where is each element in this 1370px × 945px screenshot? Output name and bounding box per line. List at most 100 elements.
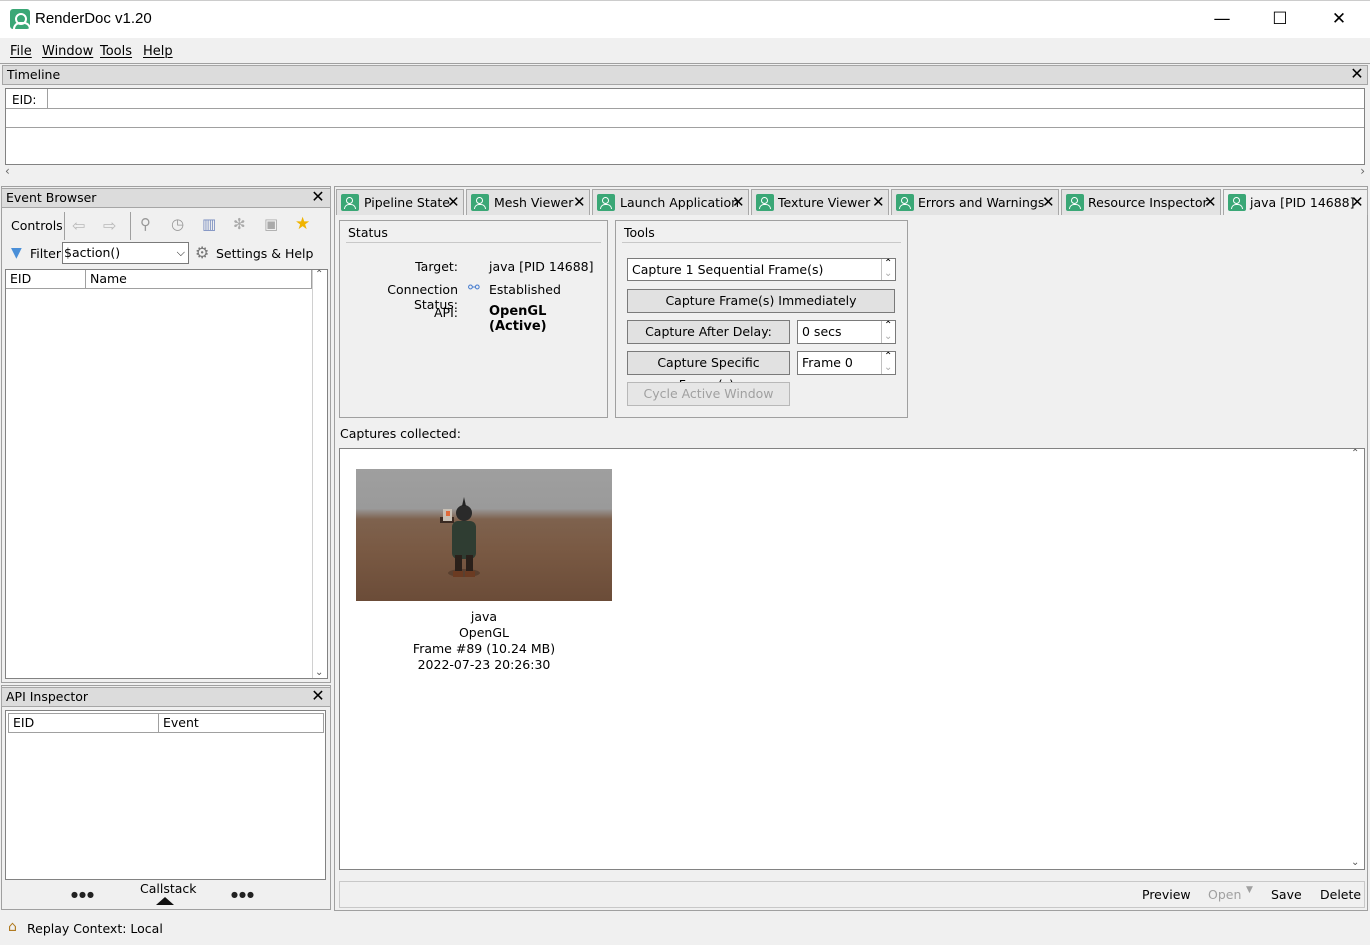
divider: [6, 108, 1364, 109]
capture-specific-frame-button[interactable]: Capture Specific Frame(s):: [627, 351, 790, 392]
tab-launch-application[interactable]: Launch Application ✕: [592, 189, 749, 215]
close-window-button[interactable]: ✕: [1310, 1, 1368, 39]
find-binoculars-icon[interactable]: ⚲: [140, 215, 158, 233]
tab-resource-inspector[interactable]: Resource Inspector ✕: [1061, 189, 1221, 215]
capture-item-info[interactable]: java OpenGL Frame #89 (10.24 MB) 2022-07…: [356, 609, 612, 673]
timeline-eid-label: EID:: [6, 89, 48, 109]
timer-icon[interactable]: ◷: [171, 215, 189, 233]
replay-context-label[interactable]: Replay Context: Local: [27, 921, 163, 936]
tab-label: Texture Viewer: [778, 195, 871, 210]
minimize-button[interactable]: —: [1193, 1, 1251, 39]
dropdown-arrow-icon[interactable]: ▼: [1246, 885, 1253, 895]
timeline-header: Timeline: [2, 65, 1368, 85]
splitter-dots-right[interactable]: ●●●: [231, 890, 255, 899]
bookmark-star-icon[interactable]: ★: [295, 214, 313, 234]
tab-close-icon[interactable]: ✕: [573, 193, 586, 211]
menu-file[interactable]: File: [10, 44, 32, 59]
tab-close-icon[interactable]: ✕: [872, 193, 885, 211]
event-browser-title: Event Browser: [6, 190, 97, 205]
expand-up-icon[interactable]: [156, 897, 174, 905]
capture-after-delay-button[interactable]: Capture After Delay:: [627, 320, 790, 344]
tab-mesh-viewer[interactable]: Mesh Viewer ✕: [466, 189, 590, 215]
statistics-icon[interactable]: ▥: [202, 215, 220, 233]
scroll-right-icon[interactable]: ›: [1360, 164, 1365, 178]
gear-icon[interactable]: ⚙: [195, 243, 209, 262]
preview-button[interactable]: Preview: [1142, 887, 1191, 902]
column-header-eid[interactable]: EID: [9, 714, 159, 732]
scroll-up-icon[interactable]: ⌃: [1351, 448, 1359, 459]
timeline-close-icon[interactable]: ✕: [1349, 66, 1365, 83]
capture-thumbnail[interactable]: [356, 469, 612, 601]
asterisk-icon[interactable]: ✻: [233, 215, 251, 233]
spin-buttons[interactable]: ⌃ ⌄: [881, 351, 895, 374]
renderdoc-tab-icon: [756, 194, 774, 211]
spin-buttons[interactable]: ⌃ ⌄: [881, 258, 895, 280]
event-list[interactable]: EID Name ⌃ ⌄: [5, 269, 328, 679]
captures-scrollbar[interactable]: ⌃ ⌄: [1348, 448, 1364, 869]
spin-down-icon[interactable]: ⌄: [884, 326, 892, 348]
column-header-eid[interactable]: EID: [6, 270, 86, 288]
status-bar: [0, 913, 1370, 945]
captures-collected-label: Captures collected:: [340, 426, 461, 441]
column-header-name[interactable]: Name: [86, 270, 312, 288]
frame-count-value: Capture 1 Sequential Frame(s): [632, 262, 824, 277]
status-group: Status Target: java [PID 14688] Connecti…: [339, 220, 608, 418]
scroll-left-icon[interactable]: ‹: [5, 164, 10, 178]
maximize-button[interactable]: ☐: [1251, 1, 1309, 39]
title-bar: RenderDoc v1.20 — ☐ ✕: [0, 0, 1370, 38]
menu-help[interactable]: Help: [143, 44, 173, 59]
delete-button[interactable]: Delete: [1320, 887, 1361, 902]
save-button[interactable]: Save: [1271, 887, 1302, 902]
menu-window[interactable]: Window: [42, 44, 93, 59]
splitter-dots-left[interactable]: ●●●: [71, 890, 95, 899]
settings-help-button[interactable]: Settings & Help: [216, 246, 313, 261]
timeline-scrollbar[interactable]: ‹ ›: [5, 164, 1365, 181]
open-button[interactable]: Open: [1208, 887, 1241, 902]
tab-java-pid[interactable]: java [PID 14688] ✕: [1223, 189, 1368, 215]
spin-buttons[interactable]: ⌃ ⌄: [881, 320, 895, 343]
spin-down-icon[interactable]: ⌄: [884, 263, 892, 284]
tab-close-icon[interactable]: ✕: [1351, 193, 1364, 211]
tab-close-icon[interactable]: ✕: [1042, 193, 1055, 211]
cycle-active-window-button[interactable]: Cycle Active Window: [627, 382, 790, 406]
tab-close-icon[interactable]: ✕: [447, 193, 460, 211]
spin-down-icon[interactable]: ⌄: [884, 357, 892, 379]
tab-close-icon[interactable]: ✕: [1204, 193, 1217, 211]
event-list-scrollbar[interactable]: ⌃ ⌄: [312, 269, 327, 678]
api-list-header: EID Event: [8, 713, 324, 733]
target-value: java [PID 14688]: [489, 259, 594, 274]
forward-arrow-icon[interactable]: ⇨: [103, 216, 121, 235]
delay-spinbox[interactable]: 0 secs ⌃ ⌄: [797, 320, 896, 344]
character-render-image: [440, 497, 480, 577]
tools-group: Tools Capture 1 Sequential Frame(s) ⌃ ⌄ …: [615, 220, 908, 418]
captures-list[interactable]: java OpenGL Frame #89 (10.24 MB) 2022-07…: [339, 448, 1365, 870]
api-event-list[interactable]: EID Event: [5, 710, 326, 880]
scroll-down-icon[interactable]: ⌄: [1351, 857, 1359, 868]
renderdoc-tab-icon: [896, 194, 914, 211]
event-browser-close-icon[interactable]: ✕: [310, 189, 326, 206]
scroll-down-icon[interactable]: ⌄: [315, 667, 323, 678]
tab-close-icon[interactable]: ✕: [732, 193, 745, 211]
divider: [622, 242, 901, 243]
capture-immediately-button[interactable]: Capture Frame(s) Immediately: [627, 289, 895, 313]
callstack-toggle[interactable]: Callstack: [140, 881, 197, 896]
menu-tools[interactable]: Tools: [100, 44, 132, 59]
timeline-view[interactable]: EID:: [5, 88, 1365, 165]
scroll-up-icon[interactable]: ⌃: [315, 269, 323, 280]
status-group-title: Status: [348, 225, 388, 240]
back-arrow-icon[interactable]: ⇦: [72, 216, 90, 235]
renderdoc-logo-icon: [10, 9, 31, 29]
api-inspector-close-icon[interactable]: ✕: [310, 688, 326, 705]
filter-input[interactable]: $action() ⌵: [62, 242, 189, 264]
divider: [346, 242, 601, 243]
save-disk-icon[interactable]: ▣: [264, 215, 282, 233]
chevron-down-icon[interactable]: ⌵: [177, 243, 185, 263]
tab-pipeline-state[interactable]: Pipeline State ✕: [336, 189, 464, 215]
tab-label: Launch Application: [620, 195, 740, 210]
divider: [64, 212, 65, 240]
specific-frame-spinbox[interactable]: Frame 0 ⌃ ⌄: [797, 351, 896, 375]
tab-texture-viewer[interactable]: Texture Viewer ✕: [751, 189, 889, 215]
tab-errors-and-warnings[interactable]: Errors and Warnings ✕: [891, 189, 1059, 215]
frame-count-spinbox[interactable]: Capture 1 Sequential Frame(s) ⌃ ⌄: [627, 258, 896, 281]
column-header-event[interactable]: Event: [159, 714, 323, 732]
